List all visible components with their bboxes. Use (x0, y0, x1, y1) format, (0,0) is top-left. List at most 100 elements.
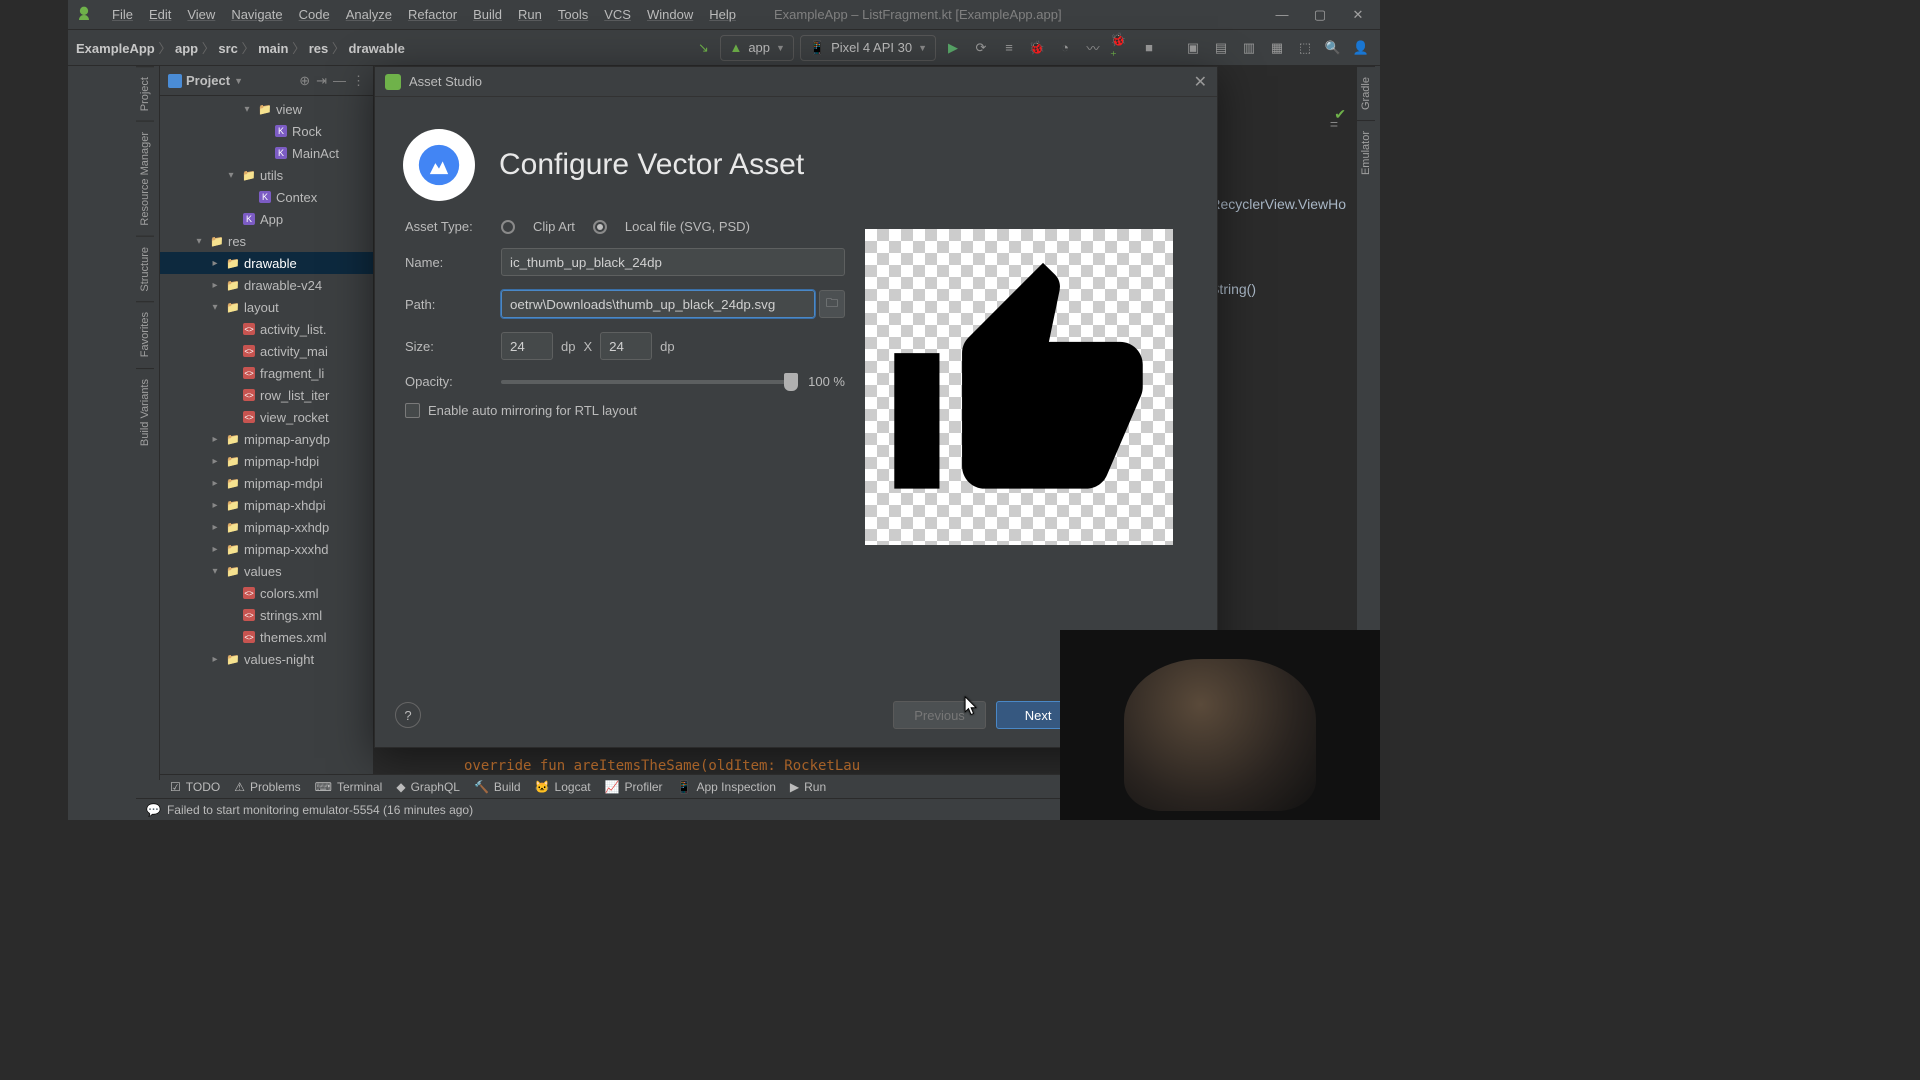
tree-item[interactable]: ▾layout (160, 296, 373, 318)
toolwindow-tab-terminal[interactable]: ⌨Terminal (315, 780, 383, 794)
chevron-right-icon[interactable]: ▸ (208, 654, 222, 665)
chevron-down-icon[interactable]: ▾ (192, 236, 206, 247)
close-icon[interactable]: ✕ (1194, 72, 1207, 92)
device-selector[interactable]: 📱 Pixel 4 API 30 ▼ (800, 35, 936, 61)
steps-icon[interactable]: ≡ (998, 37, 1020, 59)
menu-navigate[interactable]: Navigate (223, 7, 290, 22)
tree-item[interactable]: ▸drawable-v24 (160, 274, 373, 296)
radio-clip-art[interactable] (501, 220, 515, 234)
browse-button[interactable]: 🗀 (819, 290, 845, 318)
chevron-right-icon[interactable]: ▸ (208, 500, 222, 511)
tree-item[interactable]: ▾view (160, 98, 373, 120)
notifications-icon[interactable]: 💬 (146, 803, 161, 817)
chevron-right-icon[interactable]: ▸ (208, 456, 222, 467)
name-field[interactable] (501, 248, 845, 276)
previous-button[interactable]: Previous (893, 701, 986, 729)
expand-icon[interactable]: — (333, 73, 346, 89)
menu-edit[interactable]: Edit (141, 7, 179, 22)
tree-item[interactable]: ▸mipmap-xxhdp (160, 516, 373, 538)
tree-item[interactable]: ▾res (160, 230, 373, 252)
chevron-down-icon[interactable]: ▾ (224, 170, 238, 181)
tree-item[interactable]: ▸drawable (160, 252, 373, 274)
tree-item[interactable]: strings.xml (160, 604, 373, 626)
hammer-icon[interactable]: ↘ (692, 37, 714, 59)
search-icon[interactable]: 🔍 (1322, 37, 1344, 59)
tree-item[interactable]: view_rocket (160, 406, 373, 428)
chevron-right-icon[interactable]: ▸ (208, 258, 222, 269)
resource-manager-icon[interactable]: ▦ (1266, 37, 1288, 59)
toolwindow-tab-graphql[interactable]: ◆GraphQL (396, 780, 460, 794)
tree-item[interactable]: ▸mipmap-hdpi (160, 450, 373, 472)
breadcrumb[interactable]: drawable (348, 41, 404, 56)
menu-window[interactable]: Window (639, 7, 701, 22)
collapse-icon[interactable]: ⇥ (316, 73, 327, 89)
chevron-right-icon[interactable]: ▸ (208, 478, 222, 489)
menu-refactor[interactable]: Refactor (400, 7, 465, 22)
opacity-slider[interactable] (501, 380, 798, 384)
target-icon[interactable]: ⊕ (299, 73, 310, 89)
menu-view[interactable]: View (179, 7, 223, 22)
profiler-icon[interactable]: 〰 (1082, 37, 1104, 59)
width-field[interactable] (501, 332, 553, 360)
toolwindow-tab-run[interactable]: ▶Run (790, 780, 826, 794)
close-icon[interactable]: ✕ (1350, 7, 1366, 23)
sync-icon[interactable]: ⬚ (1294, 37, 1316, 59)
run-config-selector[interactable]: ▲ app ▼ (720, 35, 794, 61)
toolwindow-tab-app-inspection[interactable]: 📱App Inspection (677, 780, 776, 794)
menu-analyze[interactable]: Analyze (338, 7, 400, 22)
height-field[interactable] (600, 332, 652, 360)
tree-item[interactable]: activity_mai (160, 340, 373, 362)
menu-code[interactable]: Code (291, 7, 338, 22)
tree-item[interactable]: ▸mipmap-anydp (160, 428, 373, 450)
rail-tab-resource-manager[interactable]: Resource Manager (136, 121, 154, 236)
toolwindow-tab-profiler[interactable]: 📈Profiler (605, 780, 663, 794)
tree-item[interactable]: ▸mipmap-mdpi (160, 472, 373, 494)
attach-debug-icon[interactable]: 🐞⁺ (1110, 37, 1132, 59)
chevron-right-icon[interactable]: ▸ (208, 434, 222, 445)
rerun-icon[interactable]: ⟳ (970, 37, 992, 59)
toolwindow-tab-build[interactable]: 🔨Build (474, 780, 521, 794)
layout-inspector-icon[interactable]: ▥ (1238, 37, 1260, 59)
chevron-right-icon[interactable]: ▸ (208, 544, 222, 555)
breadcrumb[interactable]: ExampleApp (76, 41, 155, 56)
tree-item[interactable]: ▾utils (160, 164, 373, 186)
rail-tab-project[interactable]: Project (136, 66, 154, 121)
menu-build[interactable]: Build (465, 7, 510, 22)
rail-tab-emulator[interactable]: Emulator (1357, 120, 1375, 185)
breadcrumb[interactable]: res (309, 41, 329, 56)
menu-tools[interactable]: Tools (550, 7, 596, 22)
chevron-down-icon[interactable]: ▾ (208, 566, 222, 577)
rail-tab-favorites[interactable]: Favorites (136, 301, 154, 367)
maximize-icon[interactable]: ▢ (1312, 7, 1328, 23)
rail-tab-structure[interactable]: Structure (136, 236, 154, 302)
tree-item[interactable]: ▾values (160, 560, 373, 582)
help-button[interactable]: ? (395, 702, 421, 728)
slider-knob-icon[interactable] (784, 373, 798, 391)
tree-item[interactable]: activity_list. (160, 318, 373, 340)
minimize-icon[interactable]: — (1274, 7, 1290, 23)
tree-item[interactable]: App (160, 208, 373, 230)
menu-help[interactable]: Help (701, 7, 744, 22)
coverage-icon[interactable]: ◔ (1054, 37, 1076, 59)
stop-icon[interactable]: ■ (1138, 37, 1160, 59)
project-tree[interactable]: ▾viewRockMainAct▾utilsContexApp▾res▸draw… (160, 96, 373, 780)
toolwindow-tab-logcat[interactable]: 🐱Logcat (535, 780, 591, 794)
menu-file[interactable]: File (104, 7, 141, 22)
breadcrumb[interactable]: main (258, 41, 288, 56)
rail-tab-build-variants[interactable]: Build Variants (136, 368, 154, 456)
toolwindow-tab-todo[interactable]: ☑TODO (170, 780, 220, 794)
tree-item[interactable]: Contex (160, 186, 373, 208)
tree-item[interactable]: ▸mipmap-xhdpi (160, 494, 373, 516)
tree-item[interactable]: themes.xml (160, 626, 373, 648)
debug-icon[interactable]: 🐞 (1026, 37, 1048, 59)
chevron-right-icon[interactable]: ▸ (208, 522, 222, 533)
path-field[interactable] (501, 290, 815, 318)
tree-item[interactable]: fragment_li (160, 362, 373, 384)
rail-tab-gradle[interactable]: Gradle (1357, 66, 1375, 120)
avd-manager-icon[interactable]: ▣ (1182, 37, 1204, 59)
toolwindow-tab-problems[interactable]: ⚠Problems (234, 780, 300, 794)
radio-local-file[interactable] (593, 220, 607, 234)
menu-vcs[interactable]: VCS (596, 7, 639, 22)
tree-item[interactable]: colors.xml (160, 582, 373, 604)
tree-item[interactable]: ▸mipmap-xxxhd (160, 538, 373, 560)
